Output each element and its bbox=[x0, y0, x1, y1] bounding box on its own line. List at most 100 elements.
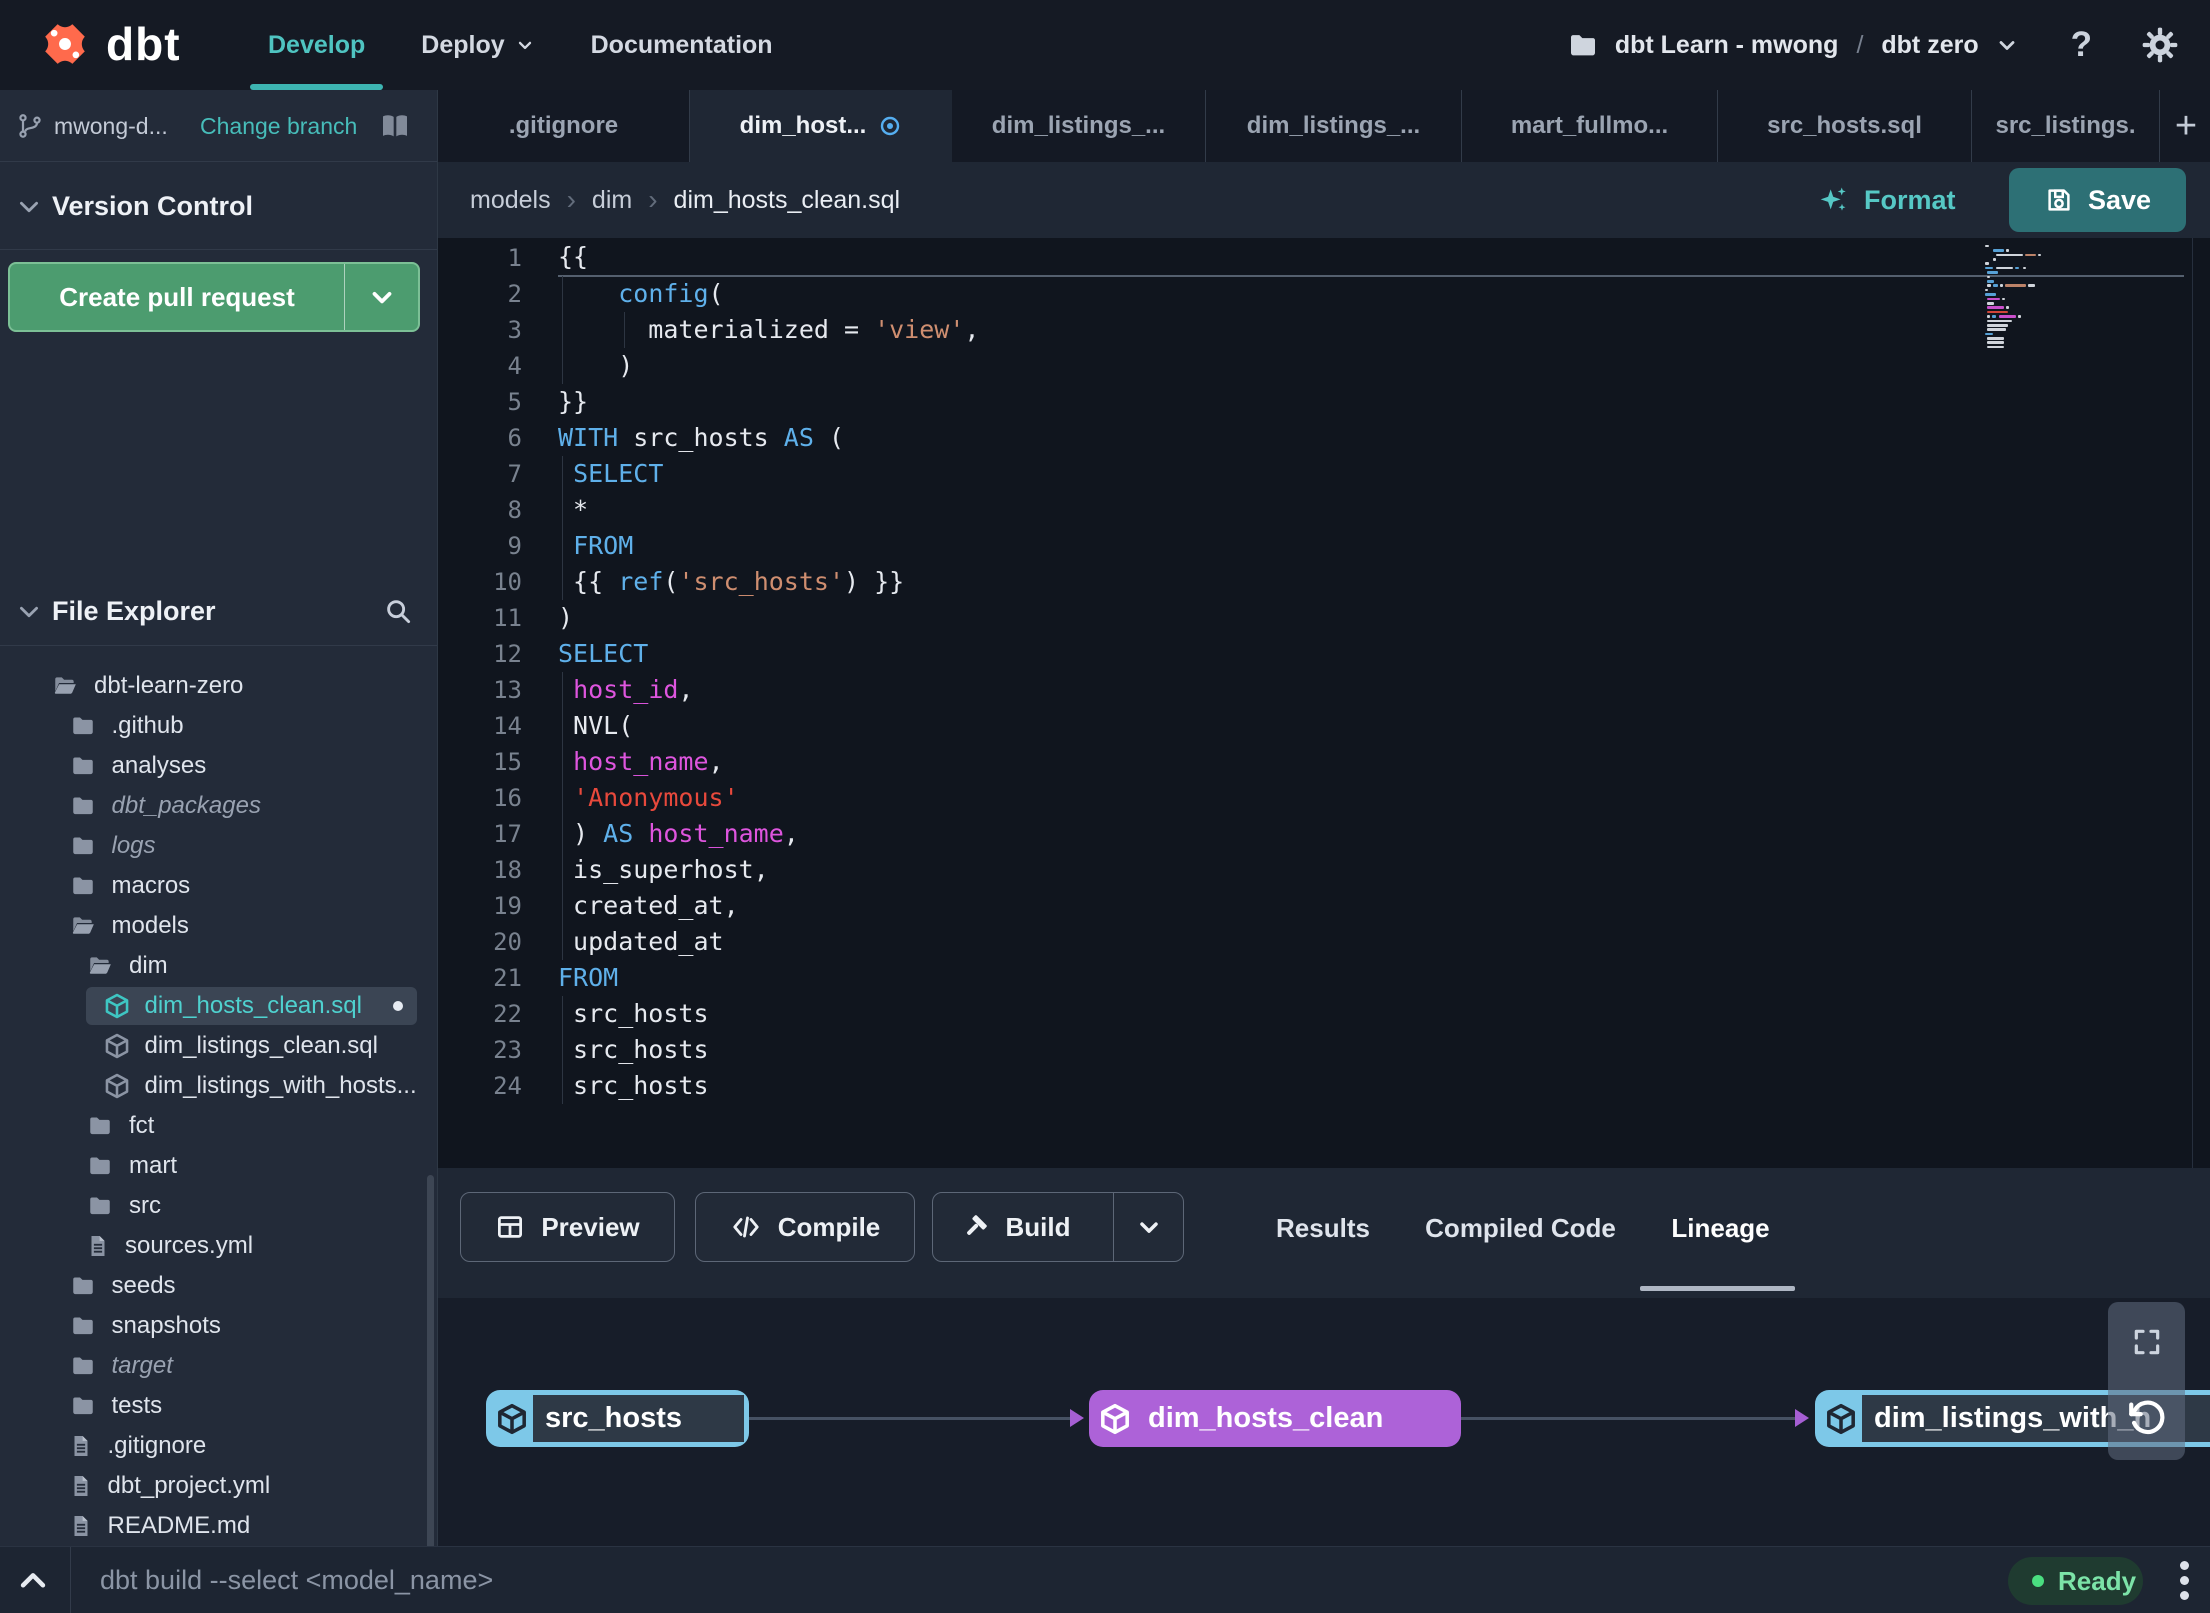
tree-item-seeds[interactable]: seeds bbox=[0, 1266, 437, 1306]
tree-item-macros[interactable]: macros bbox=[0, 866, 437, 906]
code-line-14[interactable]: 14 NVL( bbox=[438, 708, 2210, 744]
preview-button[interactable]: Preview bbox=[460, 1192, 675, 1262]
lineage-node-src-hosts[interactable]: src_hosts bbox=[486, 1390, 749, 1447]
tree-item-readme-md[interactable]: README.md bbox=[0, 1506, 437, 1546]
tree-item-dim-listings-with-hosts-[interactable]: dim_listings_with_hosts... bbox=[0, 1066, 437, 1106]
code-line-16[interactable]: 16 'Anonymous' bbox=[438, 780, 2210, 816]
kebab-menu-icon[interactable] bbox=[2170, 1547, 2198, 1613]
collapse-panel-chevron-up-icon[interactable] bbox=[16, 1547, 50, 1613]
tree-item-dim-listings-clean-sql[interactable]: dim_listings_clean.sql bbox=[0, 1026, 437, 1066]
nav-item-documentation[interactable]: Documentation bbox=[563, 0, 801, 90]
code-text: * bbox=[558, 495, 589, 524]
format-button[interactable]: Format bbox=[1818, 162, 1956, 238]
nav-item-develop[interactable]: Develop bbox=[240, 0, 393, 90]
file-tab-label: dim_listings_... bbox=[1246, 112, 1421, 139]
status-badge[interactable]: Ready bbox=[2008, 1557, 2143, 1605]
account-name[interactable]: dbt Learn - mwong bbox=[1615, 31, 1839, 60]
tree-item-dim[interactable]: dim bbox=[0, 946, 437, 986]
breadcrumb-item[interactable]: models bbox=[470, 186, 551, 215]
line-number: 11 bbox=[493, 604, 522, 632]
code-line-6[interactable]: 6 WITH src_hosts AS ( bbox=[438, 420, 2210, 456]
search-icon[interactable] bbox=[383, 596, 413, 626]
tree-item-mart[interactable]: mart bbox=[0, 1146, 437, 1186]
tree-item--github[interactable]: .github bbox=[0, 706, 437, 746]
code-line-22[interactable]: 22 src_hosts bbox=[438, 996, 2210, 1032]
lineage-canvas[interactable]: src_hosts dim_hosts_clean dim_listings_w… bbox=[438, 1298, 2210, 1546]
dbt-logo[interactable]: dbt bbox=[36, 16, 181, 72]
new-tab-button[interactable]: + bbox=[2162, 90, 2210, 162]
code-line-12[interactable]: 12 SELECT bbox=[438, 636, 2210, 672]
code-line-1[interactable]: 1 {{ bbox=[438, 240, 2210, 277]
file-explorer-section[interactable]: File Explorer bbox=[0, 576, 437, 646]
file-tab-dim-listings-[interactable]: dim_listings_... bbox=[952, 90, 1206, 162]
tree-item-snapshots[interactable]: snapshots bbox=[0, 1306, 437, 1346]
file-tab-src-hosts-sql[interactable]: src_hosts.sql bbox=[1718, 90, 1972, 162]
file-tab-mart-fullmo-[interactable]: mart_fullmo... bbox=[1462, 90, 1718, 162]
save-label: Save bbox=[2087, 184, 2152, 215]
book-icon[interactable] bbox=[378, 110, 412, 142]
tree-item-target[interactable]: target bbox=[0, 1346, 437, 1386]
code-editor[interactable]: 1{{2 config(3 materialized = 'view', 4 ) 5… bbox=[438, 238, 2210, 1168]
code-line-19[interactable]: 19 created_at, bbox=[438, 888, 2210, 924]
tab-results[interactable]: Results bbox=[1258, 1168, 1388, 1288]
refresh-icon[interactable] bbox=[2126, 1398, 2168, 1440]
tree-item-dim-hosts-clean-sql[interactable]: dim_hosts_clean.sql bbox=[0, 986, 437, 1026]
help-icon[interactable]: ? bbox=[2071, 25, 2092, 65]
editor-scrollbar[interactable] bbox=[2192, 238, 2193, 1168]
code-line-21[interactable]: 21 FROM bbox=[438, 960, 2210, 996]
code-line-3[interactable]: 3 materialized = 'view', bbox=[438, 312, 2210, 348]
code-line-10[interactable]: 10 {{ ref('src_hosts') }} bbox=[438, 564, 2210, 600]
project-name[interactable]: dbt zero bbox=[1881, 31, 1978, 60]
code-line-15[interactable]: 15 host_name, bbox=[438, 744, 2210, 780]
tree-item-analyses[interactable]: analyses bbox=[0, 746, 437, 786]
branch-name[interactable]: mwong-d... bbox=[54, 90, 168, 162]
build-button[interactable]: Build bbox=[932, 1192, 1184, 1262]
tree-item-src[interactable]: src bbox=[0, 1186, 437, 1226]
chevron-down-icon[interactable] bbox=[1995, 33, 2019, 57]
file-tab-dim-host-[interactable]: dim_host... bbox=[690, 90, 952, 162]
change-branch-link[interactable]: Change branch bbox=[200, 90, 357, 162]
code-line-23[interactable]: 23 src_hosts bbox=[438, 1032, 2210, 1068]
tree-item-fct[interactable]: fct bbox=[0, 1106, 437, 1146]
code-line-4[interactable]: 4 ) bbox=[438, 348, 2210, 384]
breadcrumb-item[interactable]: dim bbox=[592, 186, 632, 215]
tree-item-dbt-packages[interactable]: dbt_packages bbox=[0, 786, 437, 826]
create-pull-request-button[interactable]: Create pull request bbox=[8, 262, 420, 332]
code-line-13[interactable]: 13 host_id, bbox=[438, 672, 2210, 708]
version-control-section[interactable]: Version Control bbox=[0, 162, 437, 250]
code-line-11[interactable]: 11) bbox=[438, 600, 2210, 636]
save-button[interactable]: Save bbox=[2009, 168, 2186, 232]
code-line-8[interactable]: 8 * bbox=[438, 492, 2210, 528]
tree-item-dbt-project-yml[interactable]: dbt_project.yml bbox=[0, 1466, 437, 1506]
nav-item-deploy[interactable]: Deploy bbox=[393, 0, 562, 90]
tree-item-tests[interactable]: tests bbox=[0, 1386, 437, 1426]
code-line-17[interactable]: 17 ) AS host_name, bbox=[438, 816, 2210, 852]
tree-item--gitignore[interactable]: .gitignore bbox=[0, 1426, 437, 1466]
tree-item-dbt-learn-zero[interactable]: dbt-learn-zero bbox=[0, 666, 437, 706]
file-tab-dim-listings-[interactable]: dim_listings_... bbox=[1206, 90, 1462, 162]
code-line-24[interactable]: 24 src_hosts bbox=[438, 1068, 2210, 1104]
tab-lineage[interactable]: Lineage bbox=[1663, 1168, 1778, 1288]
file-tab--gitignore[interactable]: .gitignore bbox=[438, 90, 690, 162]
tree-item-sources-yml[interactable]: sources.yml bbox=[0, 1226, 437, 1266]
tree-item-logs[interactable]: logs bbox=[0, 826, 437, 866]
tree-item-models[interactable]: models bbox=[0, 906, 437, 946]
code-line-18[interactable]: 18 is_superhost, bbox=[438, 852, 2210, 888]
command-input[interactable]: dbt build --select <model_name> bbox=[100, 1547, 1000, 1613]
build-dropdown-caret[interactable] bbox=[1113, 1193, 1183, 1261]
code-line-2[interactable]: 2 config( bbox=[438, 276, 2210, 312]
code-line-9[interactable]: 9 FROM bbox=[438, 528, 2210, 564]
gear-icon[interactable] bbox=[2140, 25, 2180, 65]
fullscreen-icon[interactable] bbox=[2131, 1326, 2163, 1358]
code-line-5[interactable]: 5}} bbox=[438, 384, 2210, 420]
code-line-20[interactable]: 20 updated_at bbox=[438, 924, 2210, 960]
compile-button[interactable]: Compile bbox=[695, 1192, 915, 1262]
minimap[interactable] bbox=[1985, 244, 2049, 349]
lineage-edge bbox=[749, 1417, 1070, 1420]
pr-dropdown-caret[interactable] bbox=[344, 264, 418, 330]
code-line-7[interactable]: 7 SELECT bbox=[438, 456, 2210, 492]
tab-compiled-code[interactable]: Compiled Code bbox=[1413, 1168, 1628, 1288]
lineage-node-dim-hosts-clean[interactable]: dim_hosts_clean bbox=[1089, 1390, 1461, 1447]
sidebar-scrollbar[interactable] bbox=[427, 1175, 434, 1605]
file-tab-src-listings-[interactable]: src_listings. bbox=[1972, 90, 2160, 162]
